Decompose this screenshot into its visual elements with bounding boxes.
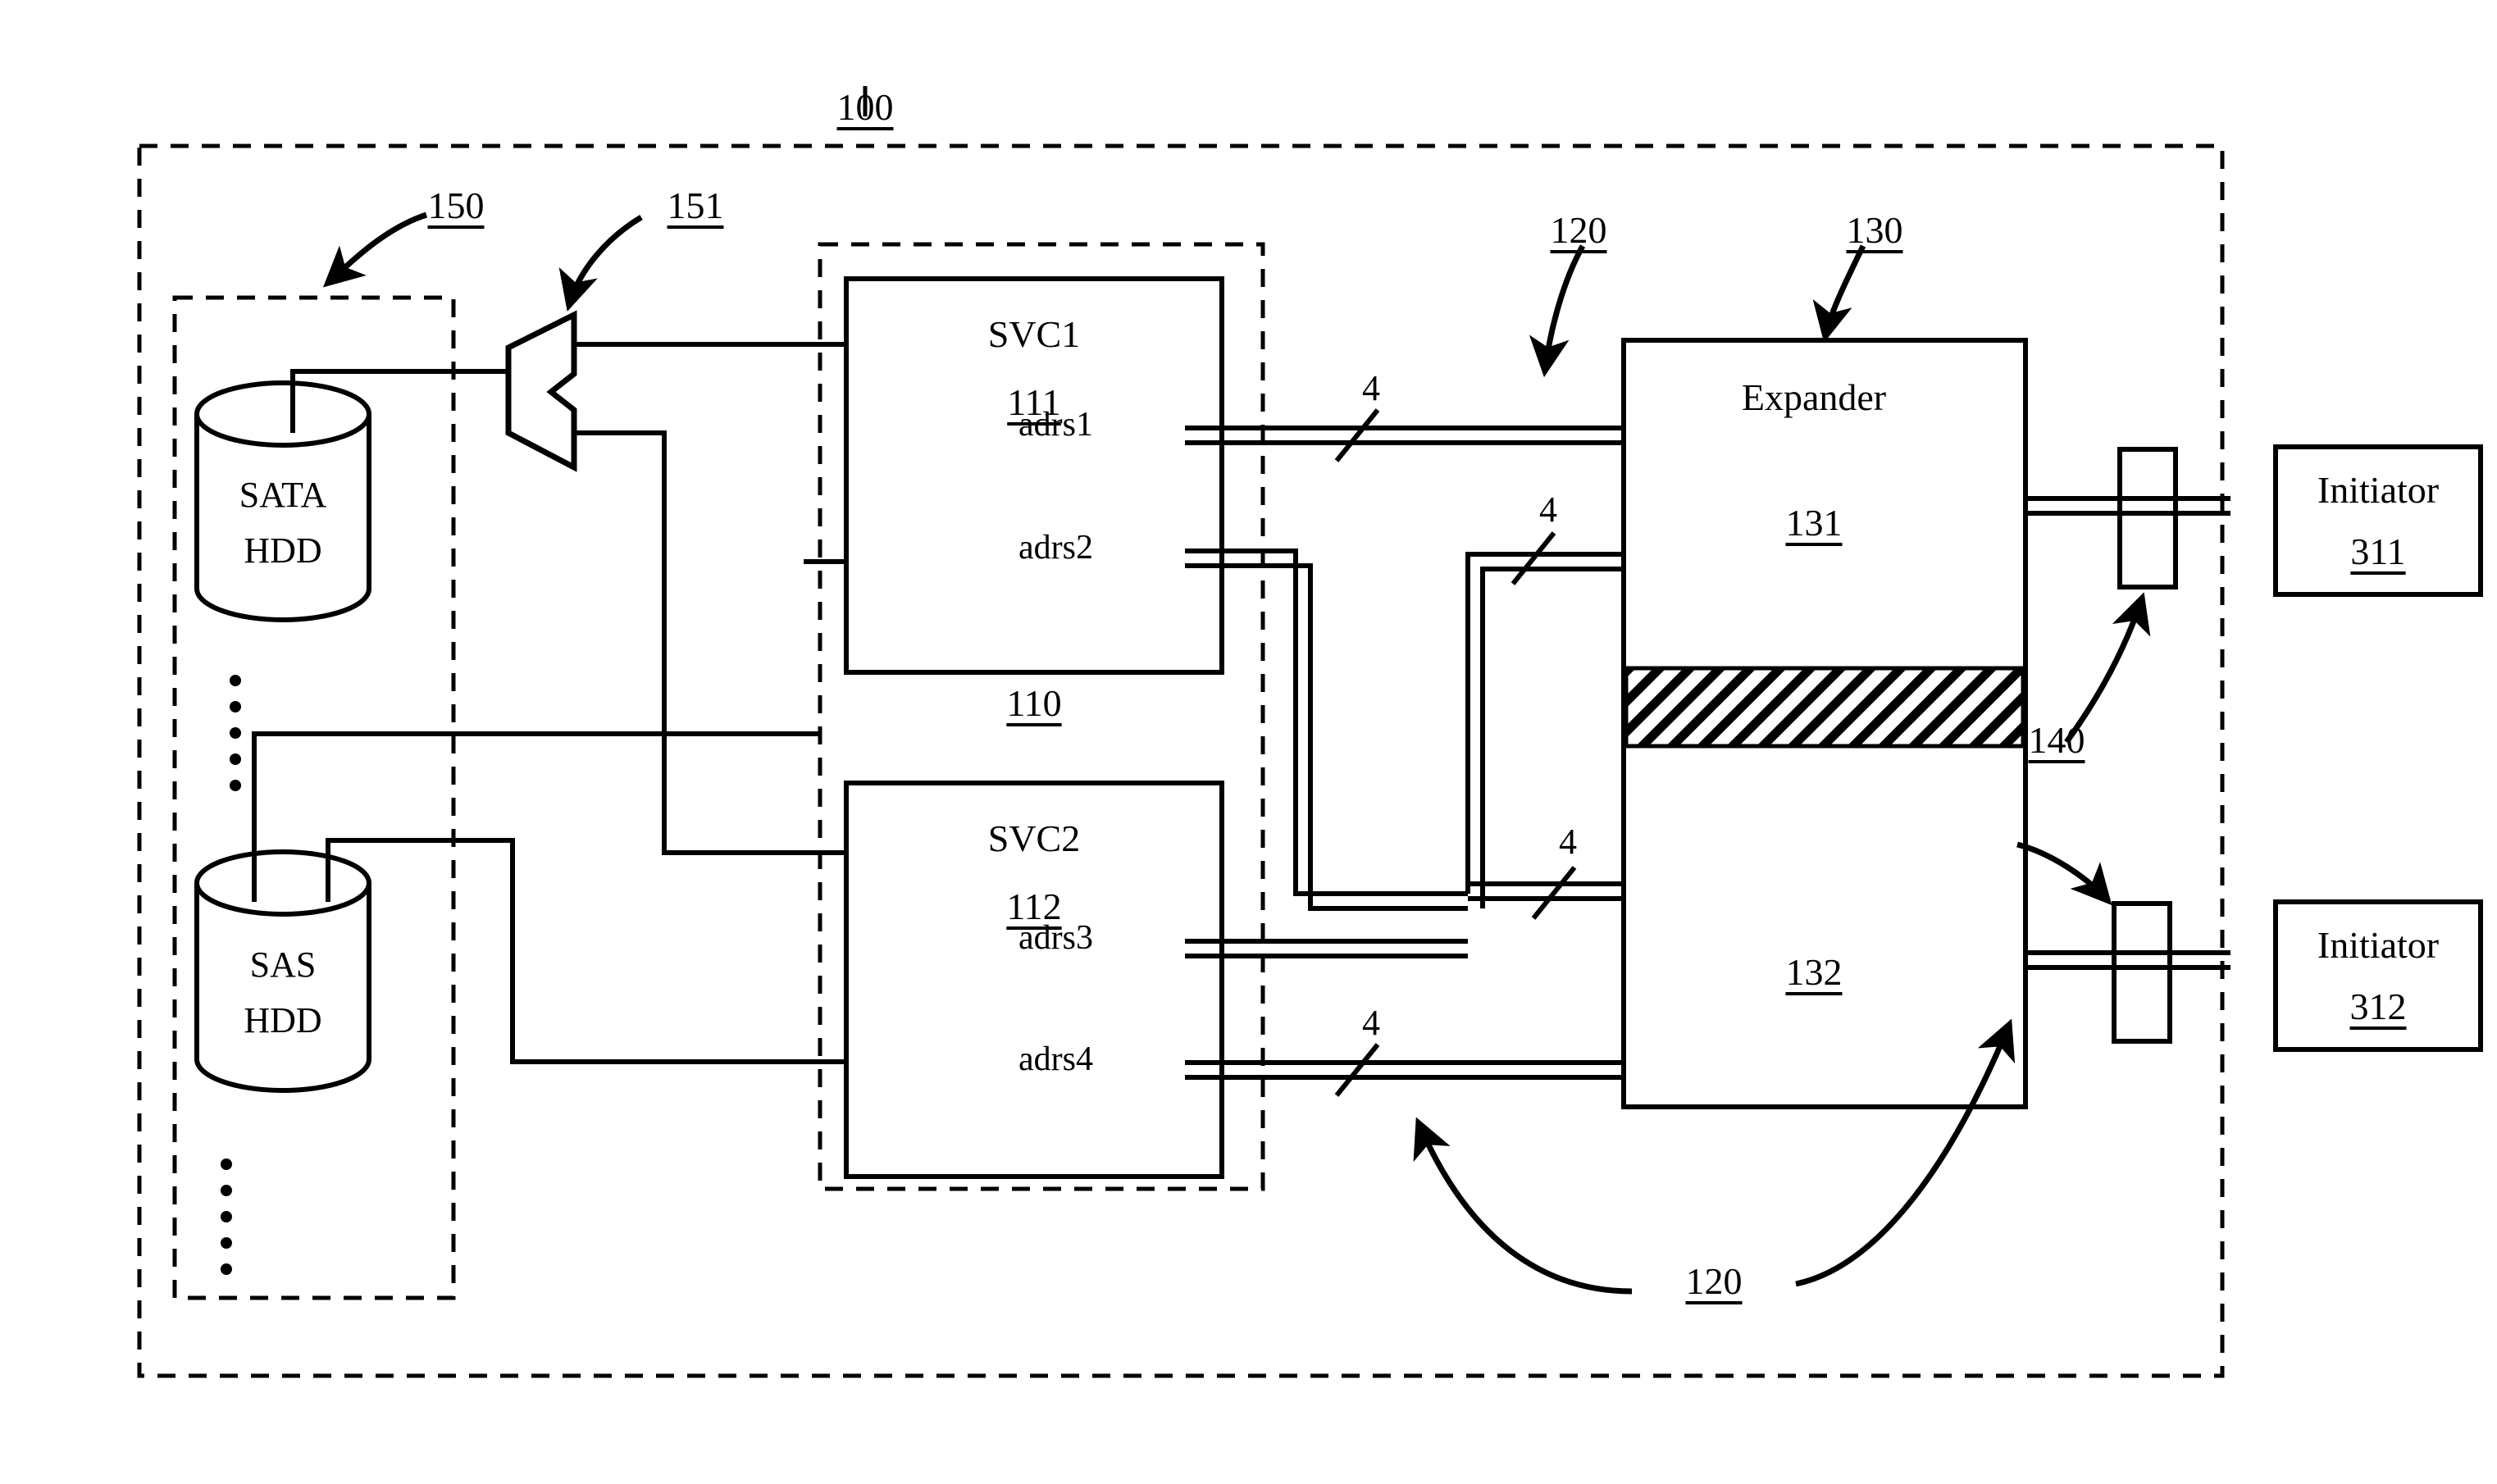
leader-120-bottom xyxy=(1413,1117,1633,1295)
ref-bus-120-top: 120 xyxy=(1550,209,1607,251)
ref-connector-140: 140 xyxy=(2028,719,2085,761)
drive-sas-label-line1: SAS xyxy=(249,945,317,985)
bus-slash-adrs2 xyxy=(1511,531,1556,585)
svc1-port-adrs2-label: adrs2 xyxy=(1018,529,1093,567)
svc2-port-adrs3-label: adrs3 xyxy=(1018,919,1093,957)
ref-system-100: 100 xyxy=(836,86,894,128)
ref-multiplexer-151: 151 xyxy=(667,184,724,226)
bus-adrs1 xyxy=(1185,408,1624,462)
leader-130 xyxy=(1812,244,1866,343)
bus-adrs3 xyxy=(1185,939,1468,958)
ref-bus-120-bottom: 120 xyxy=(1685,1260,1743,1302)
bus-adrs4 xyxy=(1185,1043,1624,1097)
bus-width-adrs2: 4 xyxy=(1539,489,1557,530)
svc1-title: SVC1 xyxy=(987,313,1081,355)
leader-120-top xyxy=(1529,244,1586,378)
sas-hdd-link-b xyxy=(326,838,820,1064)
svc1-port-adrs1-label: adrs1 xyxy=(1018,406,1093,444)
bus-width-adrs1: 4 xyxy=(1362,368,1380,408)
drive-sata-label-line2: HDD xyxy=(244,530,322,571)
ref-initiator-312: 312 xyxy=(2349,986,2407,1027)
diagram-vector-layer xyxy=(137,86,2483,1378)
expander-hatch-band xyxy=(1624,666,2025,749)
bus-adrs2 xyxy=(1185,549,1468,911)
connector-140-upper xyxy=(2117,447,2178,590)
bus-width-adrs4: 4 xyxy=(1362,1003,1380,1043)
ref-initiator-311: 311 xyxy=(2350,530,2406,572)
leader-150 xyxy=(322,212,428,288)
drive-sas-label-line2: HDD xyxy=(244,1000,322,1040)
drive-ellipsis-lower xyxy=(221,1159,232,1275)
svc2-port-adrs4-label: adrs4 xyxy=(1018,1040,1093,1078)
drive-sata-label-line1: SATA xyxy=(239,475,327,515)
ref-drive-array-150: 150 xyxy=(427,184,485,226)
drive-ellipsis-upper xyxy=(230,675,241,791)
ref-controller-pair-110: 110 xyxy=(1006,682,1062,724)
leader-151 xyxy=(558,214,643,312)
connector-140-lower xyxy=(2112,901,2172,1044)
ref-expander-lower-132: 132 xyxy=(1785,951,1843,993)
mux-out-lower xyxy=(574,430,820,855)
leader-140-lower xyxy=(2016,841,2112,906)
bus-riser-to-131 xyxy=(1465,552,1624,908)
initiator-311-title: Initiator xyxy=(2317,469,2440,511)
multiplexer-151-shape xyxy=(505,310,577,472)
expander-title: Expander xyxy=(1741,376,1887,418)
initiator-312-title: Initiator xyxy=(2317,924,2440,966)
bus-adrs3-to-132 xyxy=(1468,866,1624,920)
svc2-title: SVC2 xyxy=(987,817,1081,859)
ref-expander-upper-131: 131 xyxy=(1785,502,1843,544)
figure-canvas: 100 150 151 SATA HDD SAS HDD SVC1 111 ad… xyxy=(0,0,2497,1484)
ref-expander-unit-130: 130 xyxy=(1846,209,1903,251)
bus-width-adrs3: 4 xyxy=(1559,822,1577,862)
